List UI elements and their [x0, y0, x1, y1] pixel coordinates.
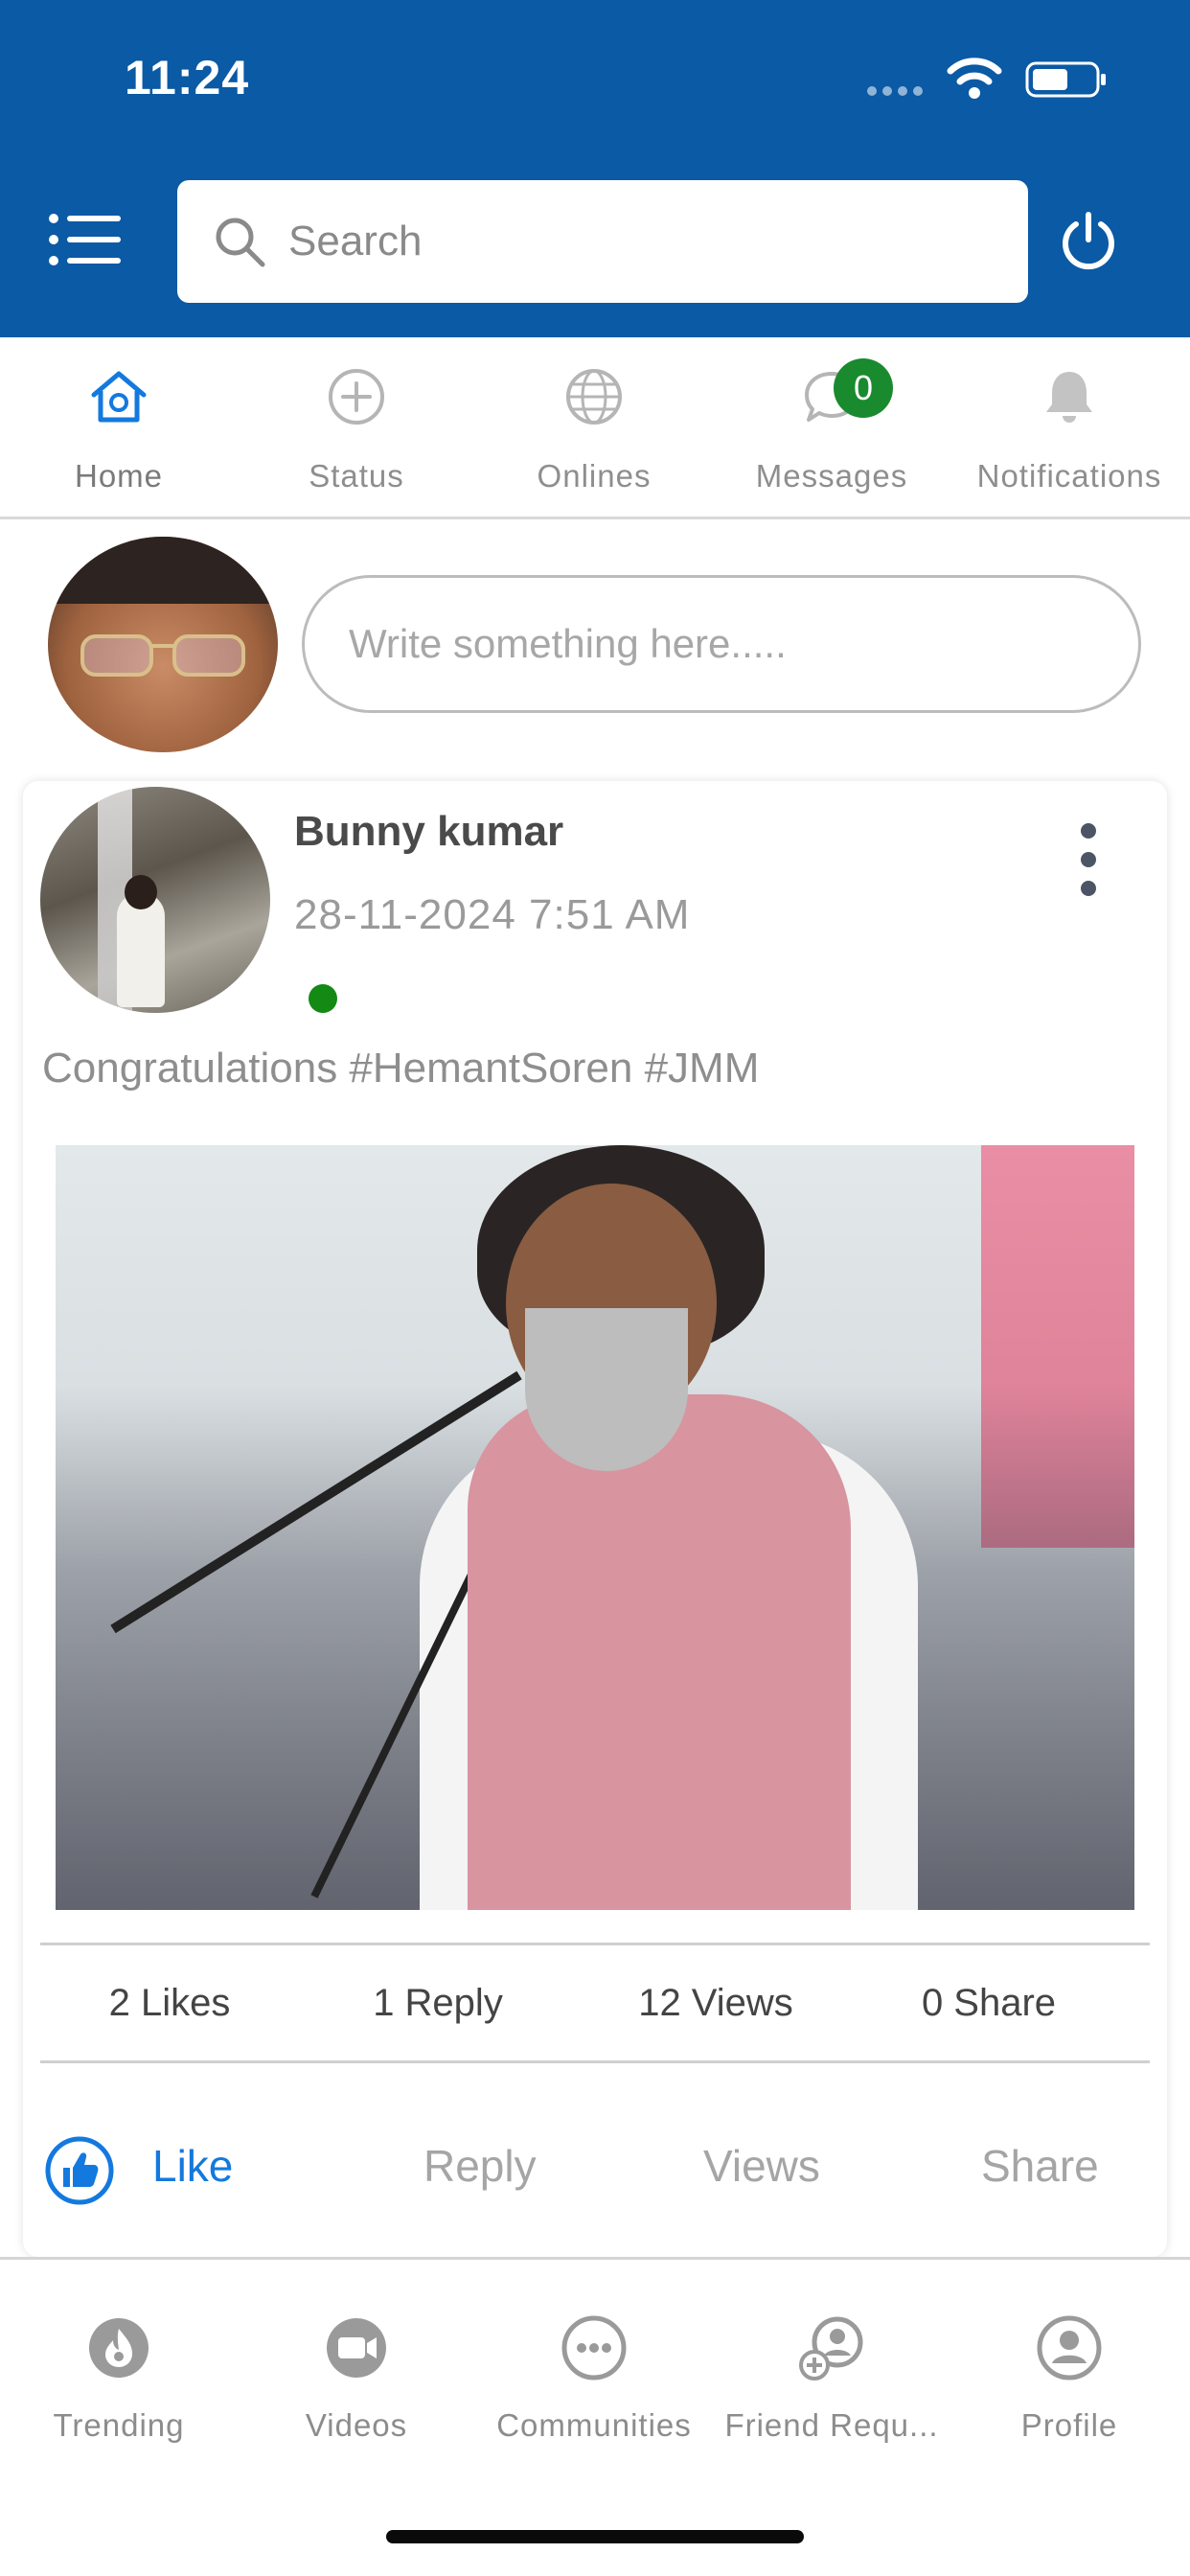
top-tab-bar: Home Status Onlines Messages 0 Notificat…: [0, 337, 1190, 519]
reply-button[interactable]: Reply: [423, 2099, 537, 2233]
author-avatar[interactable]: [40, 787, 270, 1013]
cellular-signal-icon: [867, 86, 923, 96]
fire-icon: [89, 2318, 149, 2378]
plus-circle-icon: [329, 369, 384, 425]
video-icon: [327, 2318, 386, 2378]
menu-icon[interactable]: [48, 213, 121, 266]
post-image[interactable]: [56, 1145, 1134, 1910]
nav-trending[interactable]: Trending: [0, 2260, 238, 2471]
home-indicator[interactable]: [386, 2530, 804, 2543]
post-timestamp: 28-11-2024 7:51 AM: [294, 891, 691, 938]
post-composer[interactable]: [302, 575, 1141, 713]
views-button[interactable]: Views: [703, 2099, 820, 2233]
nav-friend-requests[interactable]: Friend Requ...: [713, 2260, 950, 2471]
tab-messages-label: Messages: [755, 458, 908, 494]
search-icon: [216, 218, 265, 267]
battery-icon: [1025, 61, 1106, 98]
nav-communities-label: Communities: [496, 2407, 692, 2443]
nav-friend-requests-label: Friend Requ...: [724, 2407, 939, 2443]
nav-profile-label: Profile: [1020, 2407, 1118, 2443]
post-author-name[interactable]: Bunny kumar: [294, 808, 563, 856]
tab-notifications[interactable]: Notifications: [950, 337, 1188, 519]
bottom-nav-bar: Trending Videos Communities Friend Requ.…: [0, 2257, 1190, 2576]
views-count[interactable]: 12 Views: [596, 1945, 835, 2060]
user-circle-icon: [1037, 2315, 1102, 2380]
current-user-avatar[interactable]: [48, 537, 278, 752]
shares-count[interactable]: 0 Share: [874, 1945, 1104, 2060]
messages-count-badge: 0: [834, 358, 893, 418]
tab-onlines[interactable]: Onlines: [475, 337, 713, 519]
thumbs-up-icon[interactable]: [44, 2135, 115, 2206]
nav-communities[interactable]: Communities: [475, 2260, 713, 2471]
tab-home[interactable]: Home: [0, 337, 238, 519]
divider: [40, 2060, 1150, 2063]
wifi-icon: [947, 58, 1002, 99]
likes-count[interactable]: 2 Likes: [59, 1945, 280, 2060]
nav-videos-label: Videos: [305, 2407, 408, 2443]
tab-status[interactable]: Status: [238, 337, 475, 519]
tab-home-label: Home: [74, 458, 164, 494]
home-icon: [91, 371, 147, 423]
post-card: Bunny kumar 28-11-2024 7:51 AM Congratul…: [23, 781, 1167, 2257]
replies-count[interactable]: 1 Reply: [328, 1945, 548, 2060]
tab-onlines-label: Onlines: [537, 458, 652, 494]
search-input[interactable]: [288, 218, 959, 265]
tab-status-label: Status: [309, 458, 404, 494]
tab-messages[interactable]: Messages: [713, 337, 950, 519]
tab-notifications-label: Notifications: [976, 458, 1162, 494]
add-friend-icon: [799, 2316, 863, 2380]
app-header: 11:24: [0, 0, 1190, 337]
nav-trending-label: Trending: [53, 2407, 185, 2443]
share-button[interactable]: Share: [981, 2099, 1099, 2233]
more-options-icon[interactable]: [1077, 821, 1100, 898]
online-status-dot: [309, 984, 337, 1013]
like-button[interactable]: Like: [152, 2099, 233, 2233]
post-stats: 2 Likes 1 Reply 12 Views 0 Share: [40, 1945, 1150, 2060]
composer-input[interactable]: [349, 621, 1096, 667]
post-actions: Like Reply Views Share: [23, 2099, 1167, 2233]
status-time: 11:24: [125, 51, 250, 104]
post-text: Congratulations #HemantSoren #JMM: [42, 1045, 760, 1092]
nav-videos[interactable]: Videos: [238, 2260, 475, 2471]
power-icon[interactable]: [1058, 211, 1119, 272]
globe-icon: [566, 369, 622, 425]
bell-icon: [1046, 372, 1092, 423]
search-bar[interactable]: [177, 180, 1028, 303]
more-circle-icon: [561, 2315, 627, 2380]
nav-profile[interactable]: Profile: [950, 2260, 1188, 2471]
